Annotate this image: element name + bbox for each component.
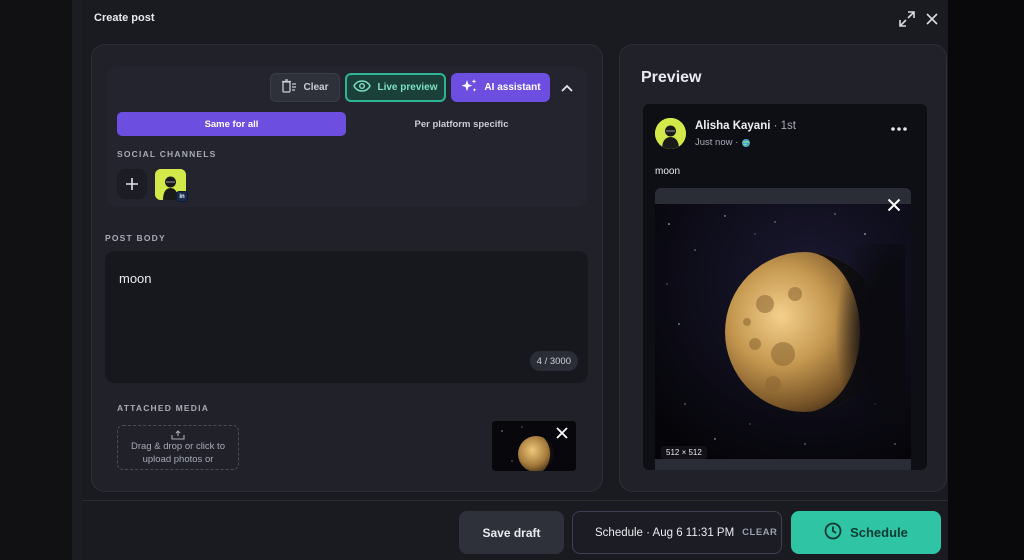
character-counter: 4 / 3000	[529, 351, 578, 371]
save-draft-button[interactable]: Save draft	[459, 511, 564, 554]
composer-panel: Clear Live preview AI assistant Same for…	[91, 44, 603, 492]
clear-button[interactable]: Clear	[270, 73, 340, 102]
post-time: Just now ·	[695, 137, 751, 148]
expand-icon[interactable]	[897, 9, 917, 29]
linkedin-icon: in	[176, 191, 188, 202]
live-preview-label: Live preview	[377, 82, 438, 93]
sparkle-icon	[460, 78, 478, 97]
schedule-time-pill[interactable]: Schedule · Aug 6 11:31 PM CLEAR	[572, 511, 782, 554]
clear-label: Clear	[303, 82, 329, 93]
schedule-label: Schedule	[850, 525, 908, 540]
add-channel-button[interactable]	[117, 169, 147, 199]
clear-schedule-button[interactable]: CLEAR	[742, 527, 777, 538]
chevron-up-icon[interactable]	[558, 79, 576, 97]
preview-panel: Preview Alisha Kayani · 1st Just now · m…	[619, 44, 947, 492]
moon-image	[655, 204, 911, 459]
remove-preview-media-icon[interactable]	[885, 196, 903, 214]
close-icon[interactable]	[922, 9, 942, 29]
live-preview-button[interactable]: Live preview	[345, 73, 446, 102]
upload-icon	[171, 429, 185, 440]
more-options-icon[interactable]	[890, 124, 908, 134]
tab-per-platform[interactable]: Per platform specific	[346, 112, 577, 136]
modal-header: Create post	[82, 0, 948, 36]
plus-icon	[126, 178, 138, 190]
modal-footer: Save draft Schedule · Aug 6 11:31 PM CLE…	[82, 500, 948, 560]
schedule-time-text: Schedule · Aug 6 11:31 PM	[595, 526, 735, 539]
drop-text-line2: upload photos or	[142, 453, 214, 465]
modal-title: Create post	[94, 12, 155, 24]
trash-icon	[281, 79, 297, 96]
drop-text-line1: Drag & drop or click to	[131, 440, 225, 452]
connection-degree: · 1st	[770, 120, 796, 132]
clock-icon	[824, 522, 842, 543]
eye-icon	[353, 80, 372, 95]
ai-assistant-label: AI assistant	[484, 82, 541, 93]
post-preview-media: 512 × 512	[655, 188, 911, 470]
attached-media-label: ATTACHED MEDIA	[117, 403, 210, 413]
ai-assistant-button[interactable]: AI assistant	[451, 73, 550, 102]
post-body-text[interactable]: moon	[119, 271, 152, 286]
remove-media-icon[interactable]	[554, 425, 570, 441]
post-preview-card: Alisha Kayani · 1st Just now · moon 512 …	[643, 104, 927, 470]
moon-photo	[655, 204, 911, 459]
author-name-text: Alisha Kayani	[695, 120, 771, 132]
avatar-icon	[655, 118, 686, 149]
author-name: Alisha Kayani · 1st	[695, 120, 796, 132]
image-dimensions-badge: 512 × 512	[661, 446, 707, 459]
social-channels-label: SOCIAL CHANNELS	[117, 149, 217, 159]
tab-same-for-all[interactable]: Same for all	[117, 112, 346, 136]
post-preview-body: moon	[655, 166, 681, 177]
globe-icon	[742, 138, 751, 147]
backdrop-right	[948, 0, 1024, 560]
schedule-button[interactable]: Schedule	[791, 511, 941, 554]
post-body-label: POST BODY	[105, 233, 166, 243]
preview-title: Preview	[641, 69, 702, 86]
author-avatar	[655, 118, 686, 149]
audience-segmented-control: Same for all Per platform specific	[117, 112, 577, 136]
media-drop-zone[interactable]: Drag & drop or click to upload photos or	[117, 425, 239, 470]
post-body-textarea[interactable]: moon 4 / 3000	[105, 251, 588, 383]
backdrop-sidebar	[0, 0, 72, 560]
post-time-text: Just now ·	[695, 137, 739, 148]
create-post-modal: Create post Clear Live preview AI assist…	[82, 0, 948, 560]
channel-avatar[interactable]: in	[155, 169, 188, 202]
